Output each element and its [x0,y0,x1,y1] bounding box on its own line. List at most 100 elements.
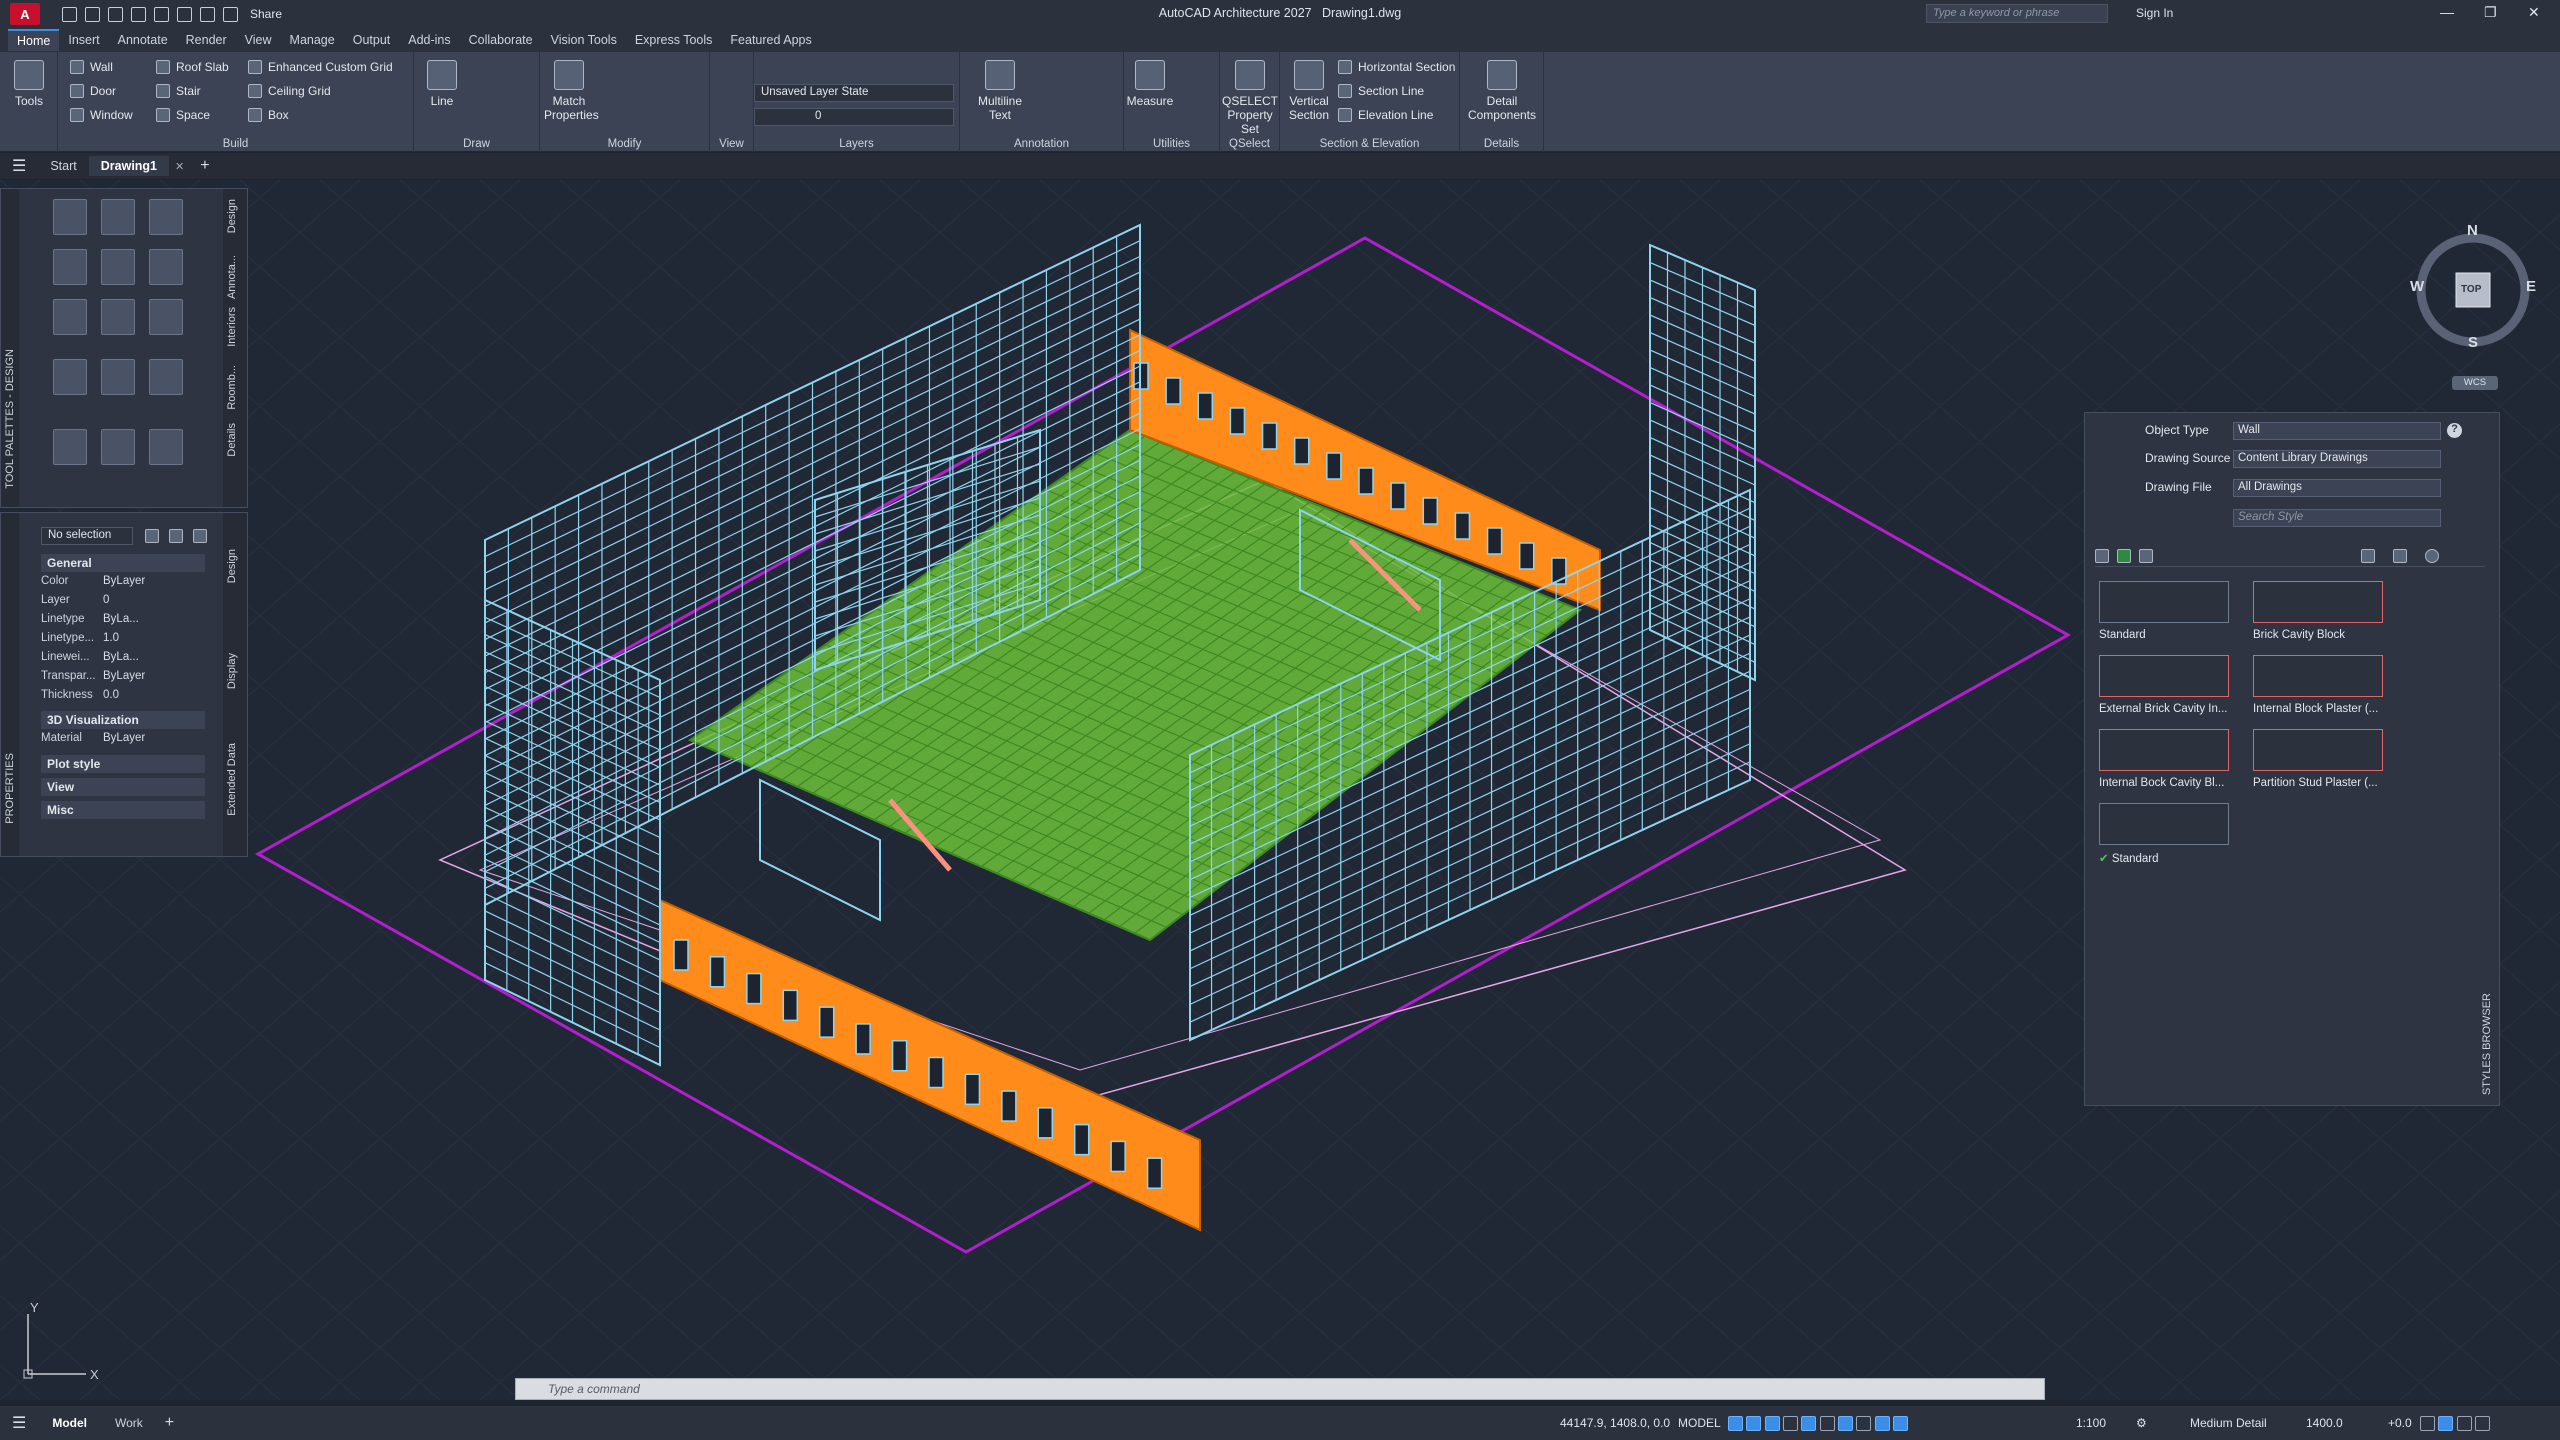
sort-icon[interactable] [2393,549,2407,563]
grid-icon[interactable] [1728,1416,1743,1432]
share-icon[interactable] [223,6,238,22]
tool-stair[interactable] [101,249,135,285]
palette-tab-annotation[interactable]: Annota... [226,255,238,299]
app-logo[interactable]: A [10,3,40,25]
close-tab-icon[interactable]: ✕ [169,160,190,173]
customize-icon[interactable] [2475,1416,2491,1432]
drawing-file-dropdown[interactable]: All Drawings [2233,479,2441,497]
group-3d-visualization[interactable]: 3D Visualization [41,711,205,729]
purge-icon[interactable] [2139,549,2153,563]
viewcube-top-face[interactable]: TOP [2461,284,2481,295]
transparency-icon[interactable] [1856,1416,1872,1432]
polar-icon[interactable] [1783,1416,1799,1432]
viewcube[interactable]: N S E W TOP [2410,222,2536,358]
group-view[interactable]: View [41,778,205,796]
elevation-offset[interactable]: +0.0 [2388,1416,2412,1430]
measure-button[interactable]: Measure [1124,60,1176,108]
new-tab-icon[interactable]: + [190,157,219,175]
match-properties-button[interactable]: Match Properties [544,60,599,122]
wall-button[interactable]: Wall [70,60,113,74]
redo-icon[interactable] [200,6,215,22]
horizontal-section-button[interactable]: Horizontal Section [1338,60,1455,74]
command-input[interactable]: Type a command [515,1378,2045,1400]
prop-row[interactable]: Thickness 0.0 [41,689,201,707]
coordinates-readout[interactable]: 44147.9, 1408.0, 0.0 [1560,1416,1670,1430]
palette-tab-design[interactable]: Design [226,199,238,233]
tool-wall[interactable] [53,199,87,235]
roof-slab-button[interactable]: Roof Slab [156,60,229,74]
compass-east[interactable]: E [2526,278,2536,295]
style-swatch-partition[interactable] [2253,729,2383,771]
tool-door-window-assembly[interactable] [101,299,135,335]
palette-tab-details[interactable]: Details [226,423,238,457]
tab-render[interactable]: Render [177,30,236,50]
isolate-icon[interactable] [2420,1416,2435,1432]
tab-annotate[interactable]: Annotate [109,30,177,50]
compass-south[interactable]: S [2468,334,2478,351]
tool-slab[interactable] [53,359,87,395]
stair-button[interactable]: Stair [156,84,201,98]
select-objects-icon[interactable] [169,529,183,543]
style-search-input[interactable]: Search Style [2233,509,2441,527]
palette-tab-roombook[interactable]: Roomb... [226,365,238,410]
autoscale-icon[interactable] [1893,1416,1909,1432]
annotation-scale[interactable]: 1:100 [2076,1416,2106,1430]
quick-select-icon[interactable] [145,529,159,543]
view-mode-icon[interactable] [2361,549,2375,563]
color-icon[interactable] [2425,549,2439,563]
compass-north[interactable]: N [2467,222,2478,239]
tool-railing[interactable] [149,249,183,285]
ortho-icon[interactable] [1764,1416,1780,1432]
restore-icon[interactable]: ❐ [2484,4,2497,21]
arrow-right-icon[interactable] [2095,549,2109,563]
prop-row[interactable]: Linewei... ByLa... [41,651,201,669]
tool-beam[interactable] [149,429,183,465]
object-snap-icon[interactable] [1819,1416,1835,1432]
style-swatch-brick-cavity[interactable] [2253,581,2383,623]
tool-roof-slab[interactable] [101,359,135,395]
ceiling-grid-button[interactable]: Ceiling Grid [248,84,331,98]
help-search-input[interactable]: Type a keyword or phrase [1926,4,2108,23]
layer-state-dropdown[interactable]: Unsaved Layer State [754,84,954,102]
props-tab-design[interactable]: Design [226,549,238,583]
tool-curtain-wall[interactable] [101,199,135,235]
tool-space[interactable] [149,359,183,395]
layer-dropdown[interactable]: 0 [754,108,954,126]
group-plot-style[interactable]: Plot style [41,755,205,773]
tab-express-tools[interactable]: Express Tools [626,30,722,50]
prop-row[interactable]: Linetype... 1.0 [41,632,201,650]
props-tab-display[interactable]: Display [226,653,238,689]
layout-tab-work[interactable]: Work [101,1413,157,1433]
detail-components-button[interactable]: Detail Components [1464,60,1540,122]
space-button[interactable]: Space [156,108,210,122]
clean-screen-icon[interactable] [2456,1416,2472,1432]
selection-dropdown[interactable]: No selection [41,527,133,545]
vertical-section-button[interactable]: Vertical Section [1284,60,1334,122]
compass-west[interactable]: W [2410,278,2424,295]
doc-tab-start[interactable]: Start [38,156,88,176]
prop-row[interactable]: Layer 0 [41,594,201,612]
box-button[interactable]: Box [248,108,289,122]
help-icon[interactable]: ? [2447,423,2462,438]
open-file-icon[interactable] [85,6,100,22]
doc-tab-drawing1[interactable]: Drawing1 [88,156,170,176]
hamburger-icon[interactable]: ☰ [0,156,38,176]
display-configuration[interactable]: Medium Detail [2190,1416,2267,1430]
prop-row[interactable]: Color ByLayer [41,575,201,593]
props-tab-extended-data[interactable]: Extended Data [226,743,238,816]
tab-view[interactable]: View [236,30,281,50]
tool-curtain-wall-unit[interactable] [149,299,183,335]
multiline-text-button[interactable]: Multiline Text [974,60,1026,122]
group-general[interactable]: General [41,554,205,572]
tab-output[interactable]: Output [344,30,400,50]
save-as-icon[interactable] [131,6,146,22]
tab-featured-apps[interactable]: Featured Apps [721,30,820,50]
add-style-icon[interactable] [2117,549,2131,563]
tab-manage[interactable]: Manage [281,30,344,50]
group-misc[interactable]: Misc [41,801,205,819]
prop-row-material[interactable]: Material ByLayer [41,732,201,750]
tool-window[interactable] [53,249,87,285]
lineweight-icon[interactable] [1838,1416,1854,1432]
add-layout-icon[interactable]: + [157,1414,182,1432]
layout-tab-model[interactable]: Model [38,1413,101,1433]
